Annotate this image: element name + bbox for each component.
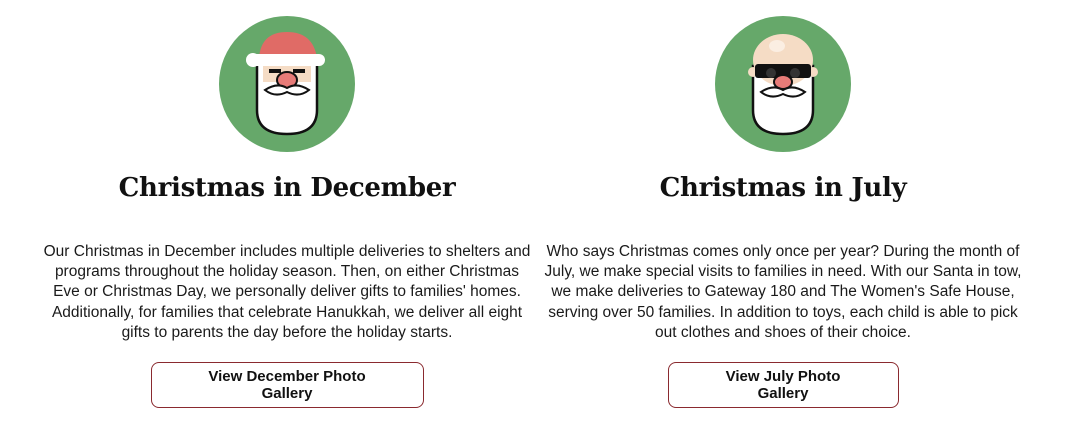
page: Christmas in December Our Christmas in D…	[0, 0, 1090, 428]
santa-sunglasses-icon	[715, 16, 851, 152]
december-gallery-button[interactable]: View December Photo Gallery	[150, 362, 424, 409]
july-section: Christmas in July Who says Christmas com…	[533, 0, 1033, 409]
santa-hat-icon	[219, 16, 355, 152]
july-gallery-button[interactable]: View July Photo Gallery	[667, 362, 899, 409]
july-title: Christmas in July	[659, 173, 907, 203]
july-description: Who says Christmas comes only once per y…	[544, 243, 1022, 341]
december-description: Our Christmas in December includes multi…	[43, 243, 531, 341]
december-section: Christmas in December Our Christmas in D…	[37, 0, 537, 409]
december-title: Christmas in December	[118, 173, 456, 203]
